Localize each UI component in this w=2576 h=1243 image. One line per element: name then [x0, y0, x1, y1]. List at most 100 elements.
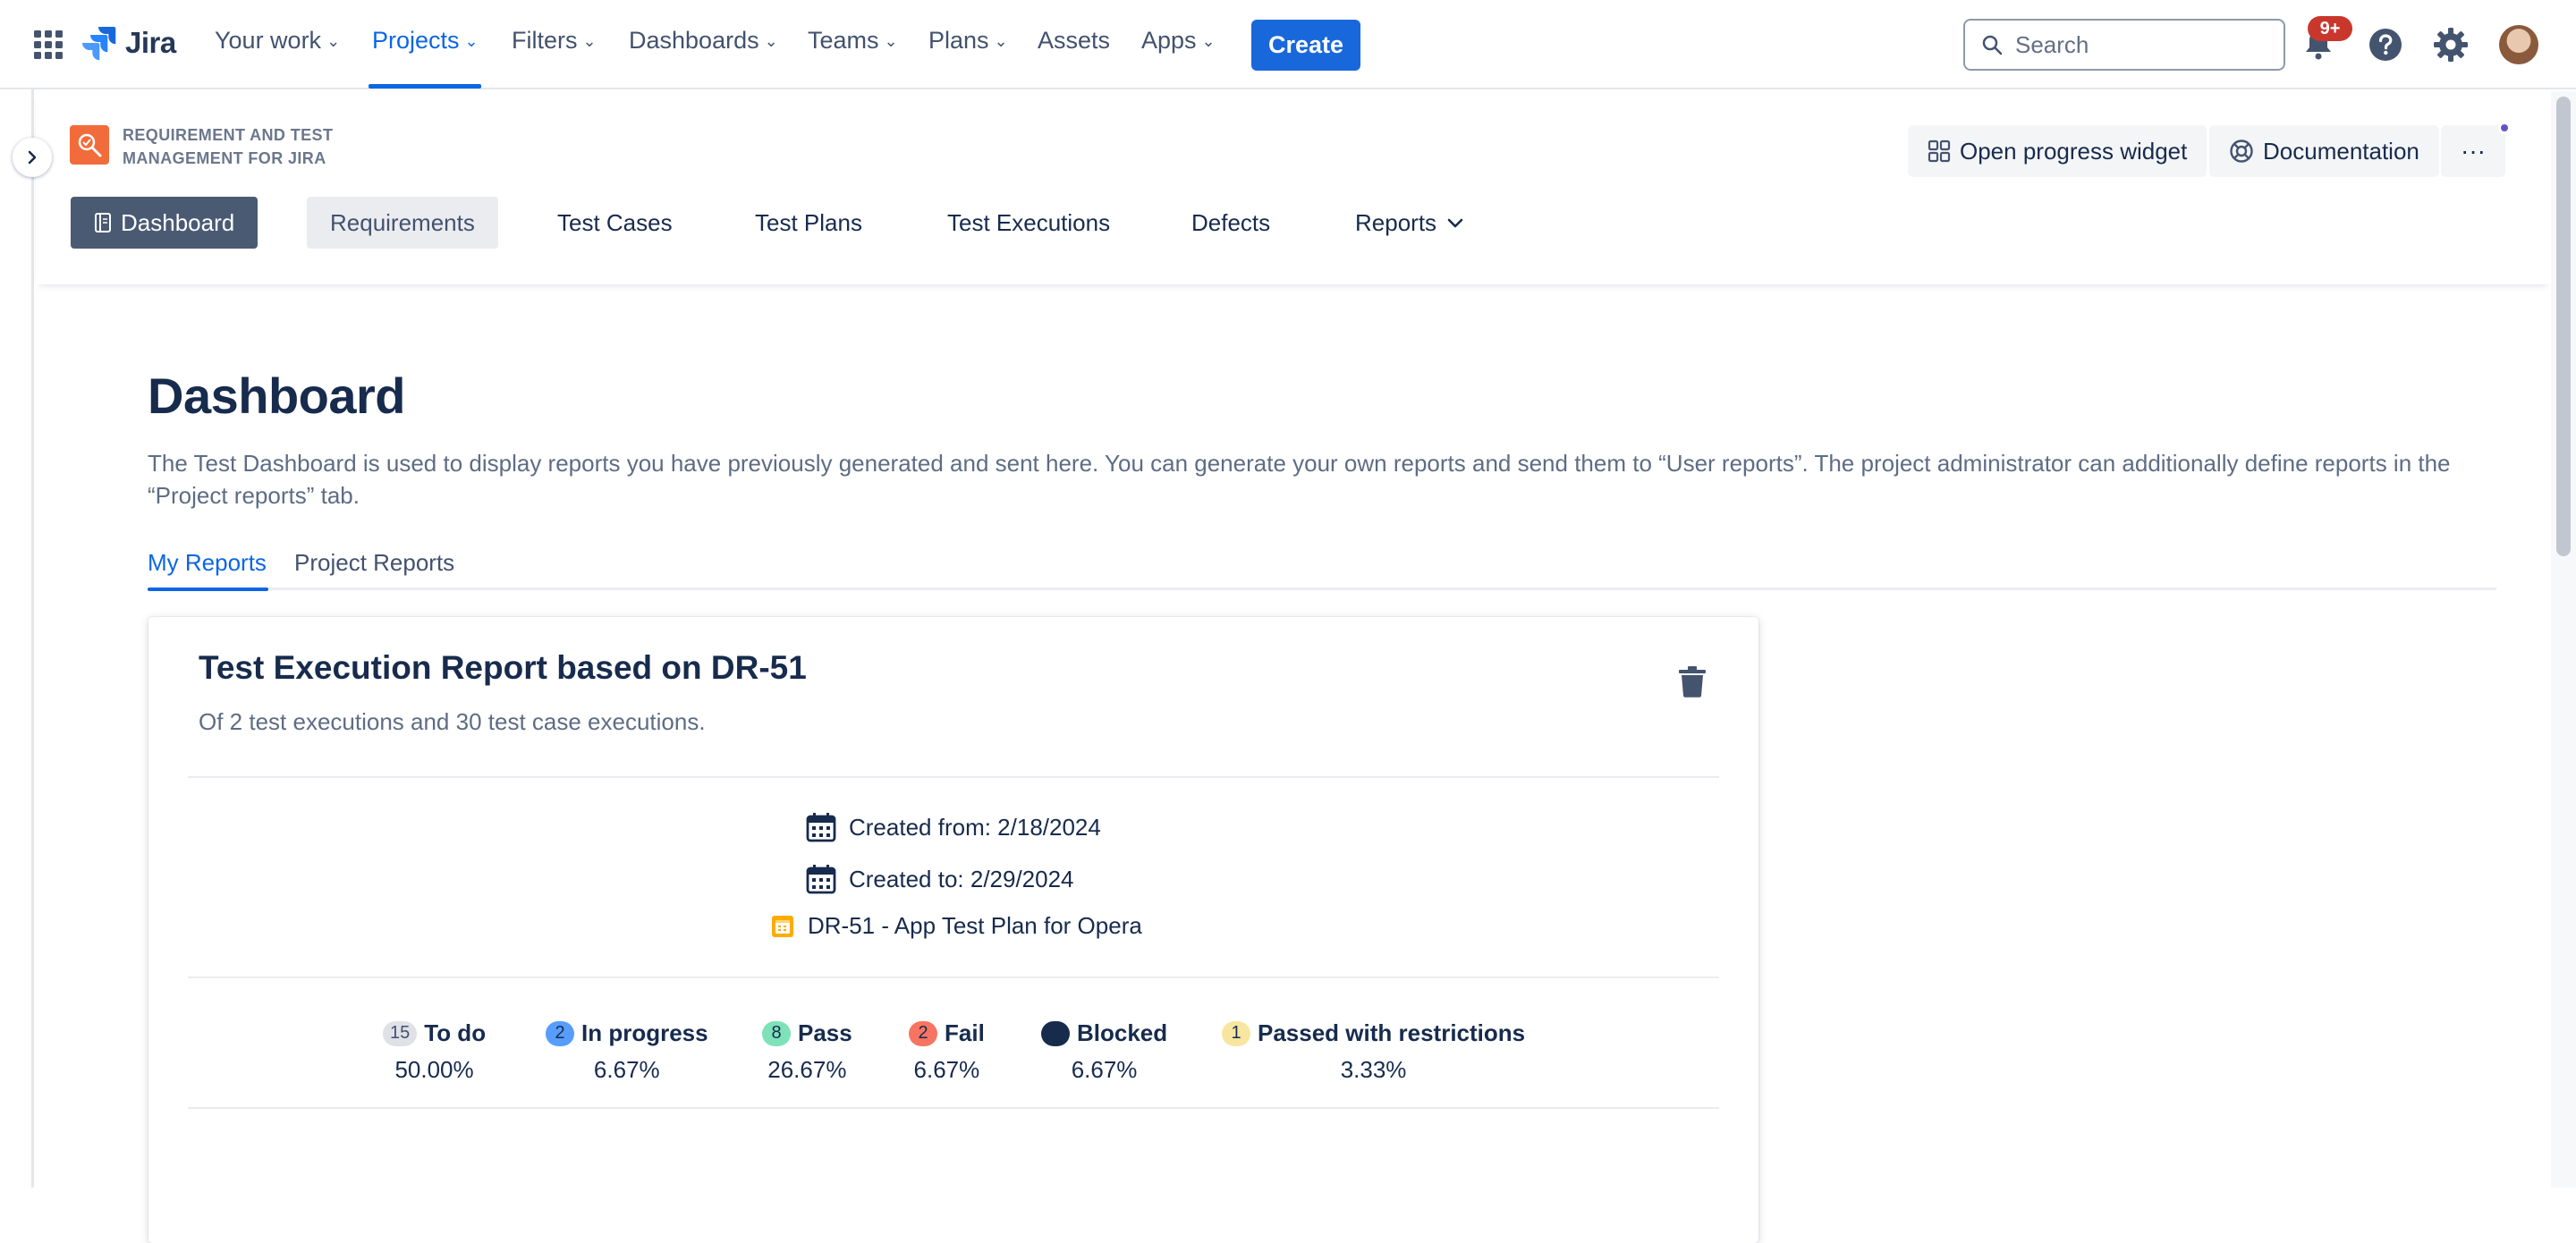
stat-pass: 8 Pass 26.67%	[762, 1019, 852, 1084]
report-subtitle: Of 2 test executions and 30 test case ex…	[199, 708, 706, 735]
stat-label: In progress	[581, 1019, 708, 1046]
chevron-down-icon	[1447, 218, 1463, 228]
chevron-down-icon: ⌄	[994, 32, 1008, 50]
stat-blocked: Blocked 6.67%	[1041, 1019, 1167, 1084]
tab-defects[interactable]: Defects	[1168, 197, 1293, 249]
report-tabs: My Reports Project Reports	[148, 549, 2496, 591]
user-avatar[interactable]	[2499, 25, 2538, 64]
stat-count-badge: 15	[383, 1020, 418, 1046]
nav-projects[interactable]: Projects ⌄	[372, 27, 479, 55]
stat-percent: 6.67%	[913, 1056, 980, 1083]
created-from-row: Created from: 2/18/2024	[806, 812, 1101, 842]
tab-project-reports[interactable]: Project Reports	[294, 549, 454, 588]
tab-test-plans[interactable]: Test Plans	[732, 197, 886, 249]
nav-label: Your work	[215, 27, 322, 54]
page-scrollbar-thumb[interactable]	[2556, 97, 2571, 556]
chevron-down-icon: ⌄	[464, 32, 479, 50]
tab-test-executions[interactable]: Test Executions	[924, 197, 1133, 249]
chevron-down-icon: ⌄	[582, 32, 597, 50]
app-name: REQUIREMENT AND TEST MANAGEMENT FOR JIRA	[123, 126, 334, 167]
tab-active-indicator	[148, 588, 268, 591]
delete-report-button[interactable]	[1676, 664, 1708, 699]
widget-grid-icon	[1928, 140, 1951, 163]
test-plan-row: DR-51 - App Test Plan for Opera	[770, 912, 1142, 940]
calendar-icon	[806, 813, 836, 842]
search-icon	[1982, 35, 2003, 55]
search-box[interactable]	[1963, 19, 2285, 71]
created-to-text: Created to: 2/29/2024	[849, 865, 1074, 892]
jira-logo-icon	[82, 27, 116, 61]
app-logo-icon	[70, 125, 109, 165]
stat-percent: 6.67%	[1071, 1056, 1138, 1083]
tab-test-cases[interactable]: Test Cases	[534, 197, 696, 249]
notification-count-badge: 9+	[2308, 16, 2352, 41]
nav-filters[interactable]: Filters ⌄	[512, 27, 597, 55]
top-navigation: Jira Your work ⌄ Projects ⌄ Filters ⌄ Dashb…	[0, 0, 2576, 89]
nav-label: Assets	[1038, 27, 1111, 54]
nav-teams[interactable]: Teams ⌄	[808, 27, 898, 55]
created-from-text: Created from: 2/18/2024	[849, 813, 1101, 841]
chevron-down-icon: ⌄	[884, 32, 898, 50]
test-plan-link[interactable]: DR-51 - App Test Plan for Opera	[808, 912, 1142, 940]
stat-percent: 26.67%	[767, 1056, 847, 1083]
new-indicator-dot	[2498, 122, 2511, 134]
search-input[interactable]	[2015, 30, 2266, 59]
tab-requirements[interactable]: Requirements	[307, 197, 498, 249]
tab-label: Test Cases	[557, 208, 673, 236]
stat-label: Fail	[945, 1019, 985, 1046]
page-title: Dashboard	[148, 368, 406, 424]
stat-label: Passed with restrictions	[1258, 1019, 1526, 1046]
test-plan-icon	[772, 915, 793, 937]
stat-count-badge	[1041, 1020, 1070, 1046]
nav-label: Projects	[372, 27, 460, 54]
tab-label: Reports	[1355, 208, 1437, 236]
nav-label: Apps	[1141, 27, 1197, 54]
stat-label: Blocked	[1077, 1019, 1168, 1046]
open-progress-widget-button[interactable]: Open progress widget	[1908, 125, 2207, 177]
jira-logo[interactable]: Jira	[82, 25, 176, 61]
documentation-button[interactable]: Documentation	[2209, 125, 2439, 177]
nav-your-work[interactable]: Your work ⌄	[215, 27, 340, 55]
stat-percent: 6.67%	[593, 1056, 660, 1083]
stat-label: To do	[424, 1019, 487, 1046]
tab-my-reports[interactable]: My Reports	[148, 549, 267, 588]
expand-sidebar-button[interactable]	[13, 138, 52, 177]
stat-count-badge: 2	[909, 1020, 937, 1046]
tab-label: Defects	[1191, 208, 1271, 236]
chevron-right-icon	[28, 150, 37, 165]
nav-assets[interactable]: Assets	[1038, 27, 1110, 55]
stat-percent: 3.33%	[1340, 1056, 1407, 1083]
create-button[interactable]: Create	[1251, 20, 1360, 71]
open-progress-widget-label: Open progress widget	[1960, 137, 2188, 165]
gear-icon	[2434, 28, 2468, 62]
stat-percent: 50.00%	[394, 1056, 474, 1083]
tab-dashboard[interactable]: Dashboard	[71, 197, 258, 249]
help-button[interactable]	[2366, 25, 2405, 64]
chevron-down-icon: ⌄	[764, 32, 778, 50]
settings-button[interactable]	[2431, 25, 2470, 64]
report-title: Test Execution Report based on DR-51	[199, 649, 807, 686]
report-card: Test Execution Report based on DR-51 Of …	[148, 617, 1758, 1243]
stat-fail: 2 Fail 6.67%	[909, 1019, 985, 1084]
tab-reports[interactable]: Reports	[1332, 197, 1488, 249]
card-divider	[188, 776, 1719, 778]
lifebuoy-icon	[2230, 140, 2253, 163]
more-icon: ···	[2461, 137, 2486, 165]
stat-count-badge: 8	[762, 1020, 791, 1046]
more-actions-button[interactable]: ···	[2441, 125, 2505, 177]
nav-apps[interactable]: Apps ⌄	[1141, 27, 1216, 55]
card-divider	[188, 977, 1719, 978]
tab-label: Dashboard	[121, 208, 235, 236]
card-divider	[188, 1107, 1719, 1109]
nav-dashboards[interactable]: Dashboards ⌄	[629, 27, 778, 55]
tab-label: Test Executions	[947, 208, 1111, 236]
nav-label: Dashboards	[629, 27, 759, 54]
nav-label: Teams	[808, 27, 879, 54]
stat-in-progress: 2 In progress 6.67%	[546, 1019, 708, 1084]
nav-plans[interactable]: Plans ⌄	[928, 27, 1008, 55]
app-switcher-icon[interactable]	[30, 27, 66, 63]
stat-to-do: 15 To do 50.00%	[383, 1019, 486, 1084]
page-description: The Test Dashboard is used to display re…	[148, 450, 2451, 509]
stat-passed-with-restrictions: 1 Passed with restrictions 3.33%	[1222, 1019, 1525, 1084]
nav-label: Plans	[928, 27, 989, 54]
